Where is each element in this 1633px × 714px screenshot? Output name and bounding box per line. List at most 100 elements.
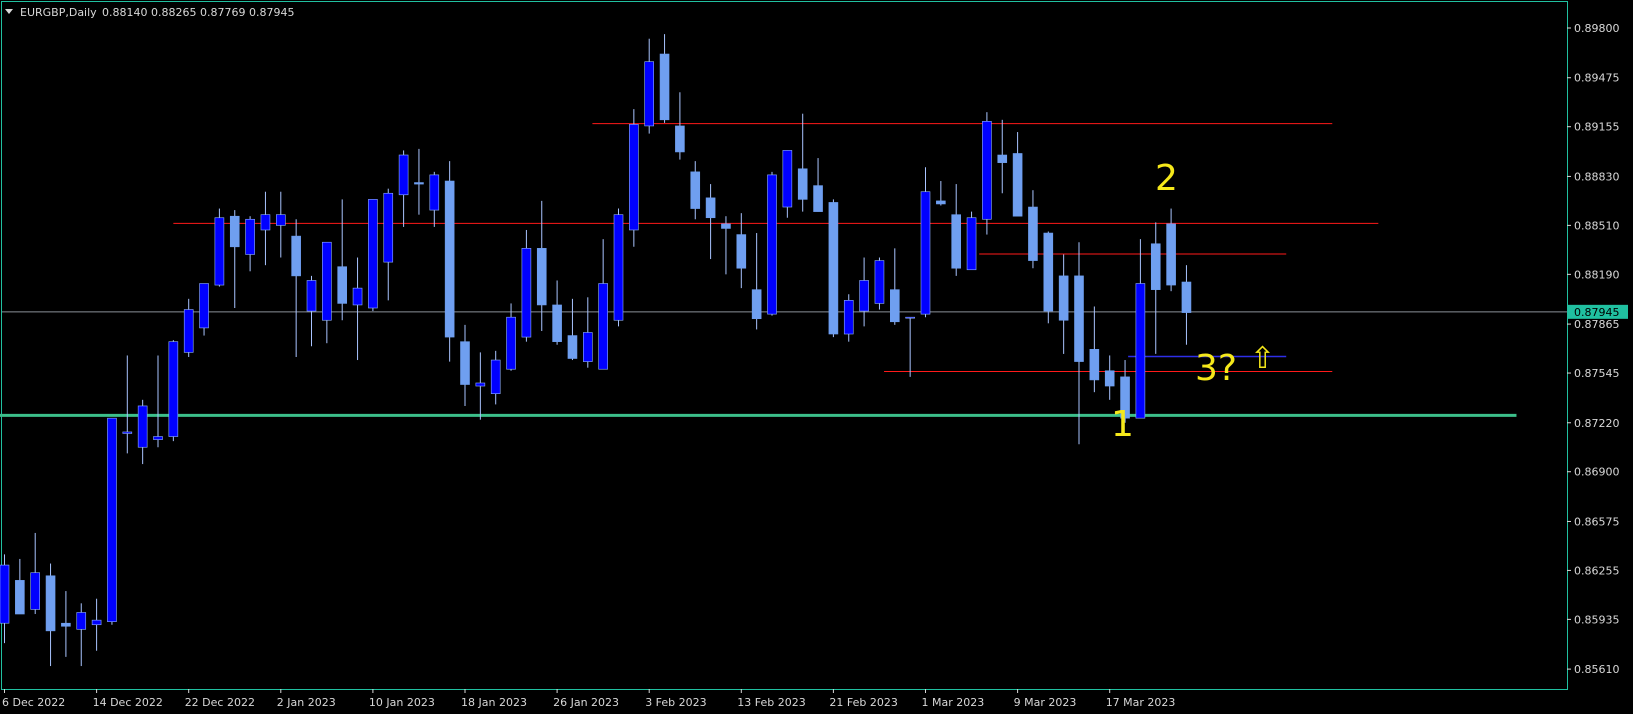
candle-body [828, 202, 839, 335]
candle-body [245, 218, 255, 255]
candlestick-chart[interactable]: 0.89800 0.89475 0.89155 0.88830 0.88510 0.881… [0, 0, 1633, 714]
candle [368, 199, 378, 312]
candle-body [15, 580, 25, 615]
candle-body [659, 53, 670, 121]
candle-body [951, 214, 962, 269]
candle-body [936, 200, 946, 205]
wave-1-label: 1 [1111, 404, 1134, 445]
x-tick-label: 18 Jan 2023 [461, 696, 527, 709]
candle-body [598, 283, 608, 370]
x-tick-label: 26 Jan 2023 [553, 696, 619, 709]
y-tick-label: 0.86255 [1574, 564, 1620, 577]
candle-body [690, 171, 701, 209]
candle-body [736, 234, 747, 269]
candle-body [475, 382, 486, 387]
candle-body [30, 572, 41, 610]
candle [629, 109, 639, 247]
candle-body [521, 248, 532, 338]
y-tick-label: 0.89155 [1574, 121, 1620, 134]
candle-body [275, 214, 286, 226]
candle-body [751, 289, 762, 320]
candle-body [874, 260, 885, 304]
candle-body [889, 289, 900, 323]
candle-body [705, 197, 716, 219]
x-tick-label: 3 Feb 2023 [645, 696, 706, 709]
candle-body [629, 124, 639, 231]
candle-body [460, 341, 470, 385]
candle [874, 257, 885, 310]
candle-body [398, 154, 409, 196]
candle-body [137, 405, 148, 448]
candle-body [997, 154, 1008, 163]
x-tick-label: 21 Feb 2023 [829, 696, 897, 709]
chart-header: EURGBP,Daily 0.88140 0.88265 0.87769 0.8… [5, 6, 294, 19]
candle-body [490, 359, 501, 394]
candle-body [183, 309, 194, 353]
candle-body [1181, 281, 1192, 313]
candle-body [1089, 349, 1100, 381]
y-tick-label: 0.88510 [1574, 219, 1620, 232]
candle-body [1043, 232, 1054, 312]
candle-body [229, 215, 240, 248]
candle-body [214, 217, 225, 286]
x-tick-label: 14 Dec 2022 [93, 696, 163, 709]
candle-body [966, 217, 977, 271]
x-tick-label: 17 Mar 2023 [1106, 696, 1176, 709]
candle-body [506, 316, 516, 370]
y-tick-label: 0.88190 [1574, 268, 1620, 281]
candle-body [797, 168, 808, 200]
candle-body [291, 235, 301, 277]
y-tick-label: 0.87220 [1574, 417, 1620, 430]
candle-body [613, 214, 624, 321]
candle-body [199, 283, 209, 329]
candle-body [45, 575, 56, 632]
candle-body [859, 280, 869, 312]
y-tick-label: 0.86900 [1574, 466, 1620, 479]
y-tick-label: 0.87865 [1574, 318, 1620, 331]
y-tick-label: 0.85610 [1574, 663, 1620, 676]
y-tick-label: 0.89475 [1574, 72, 1620, 85]
candle-body [675, 125, 685, 153]
candle-body [61, 622, 71, 627]
candle-body [153, 436, 163, 440]
y-tick-label: 0.89800 [1574, 22, 1620, 35]
arrow-up-icon: ⇧ [1250, 341, 1275, 376]
candle-body [414, 182, 424, 185]
candle [613, 208, 624, 327]
x-tick-label: 13 Feb 2023 [737, 696, 805, 709]
candle-body [91, 619, 102, 626]
candle-body [1104, 370, 1115, 387]
last-price-tag: 0.87945 [1568, 304, 1628, 319]
candle [168, 340, 179, 442]
x-tick-label: 6 Dec 2022 [2, 696, 65, 709]
candle-body [813, 185, 823, 212]
x-tick-label: 10 Jan 2023 [369, 696, 435, 709]
candle [199, 283, 209, 336]
candle-body [582, 332, 593, 362]
candle [214, 208, 225, 287]
candle-body [567, 335, 578, 359]
candle-body [536, 248, 547, 306]
candle-body [843, 300, 854, 335]
candle-body [368, 199, 378, 309]
y-tick-label: 0.88830 [1574, 170, 1620, 183]
candle-body [920, 191, 931, 315]
candle [444, 161, 455, 362]
candle-body [1058, 275, 1069, 321]
candle-body [1150, 243, 1161, 290]
x-tick-label: 1 Mar 2023 [922, 696, 985, 709]
x-tick-label: 2 Jan 2023 [277, 696, 336, 709]
candle-body [1012, 153, 1023, 217]
ohlc-readout: 0.88140 0.88265 0.87769 0.87945 [102, 6, 294, 19]
candle-body [122, 431, 133, 434]
y-tick-label: 0.86575 [1574, 515, 1620, 528]
candle-body [306, 280, 317, 312]
x-tick-label: 22 Dec 2022 [185, 696, 255, 709]
candle-body [107, 417, 117, 622]
candle-body [337, 266, 348, 304]
candle-body [1028, 206, 1038, 261]
candle-body [767, 174, 777, 315]
candle-body [1074, 275, 1084, 362]
y-tick-label: 0.87545 [1574, 367, 1620, 380]
candle-body [429, 174, 440, 211]
